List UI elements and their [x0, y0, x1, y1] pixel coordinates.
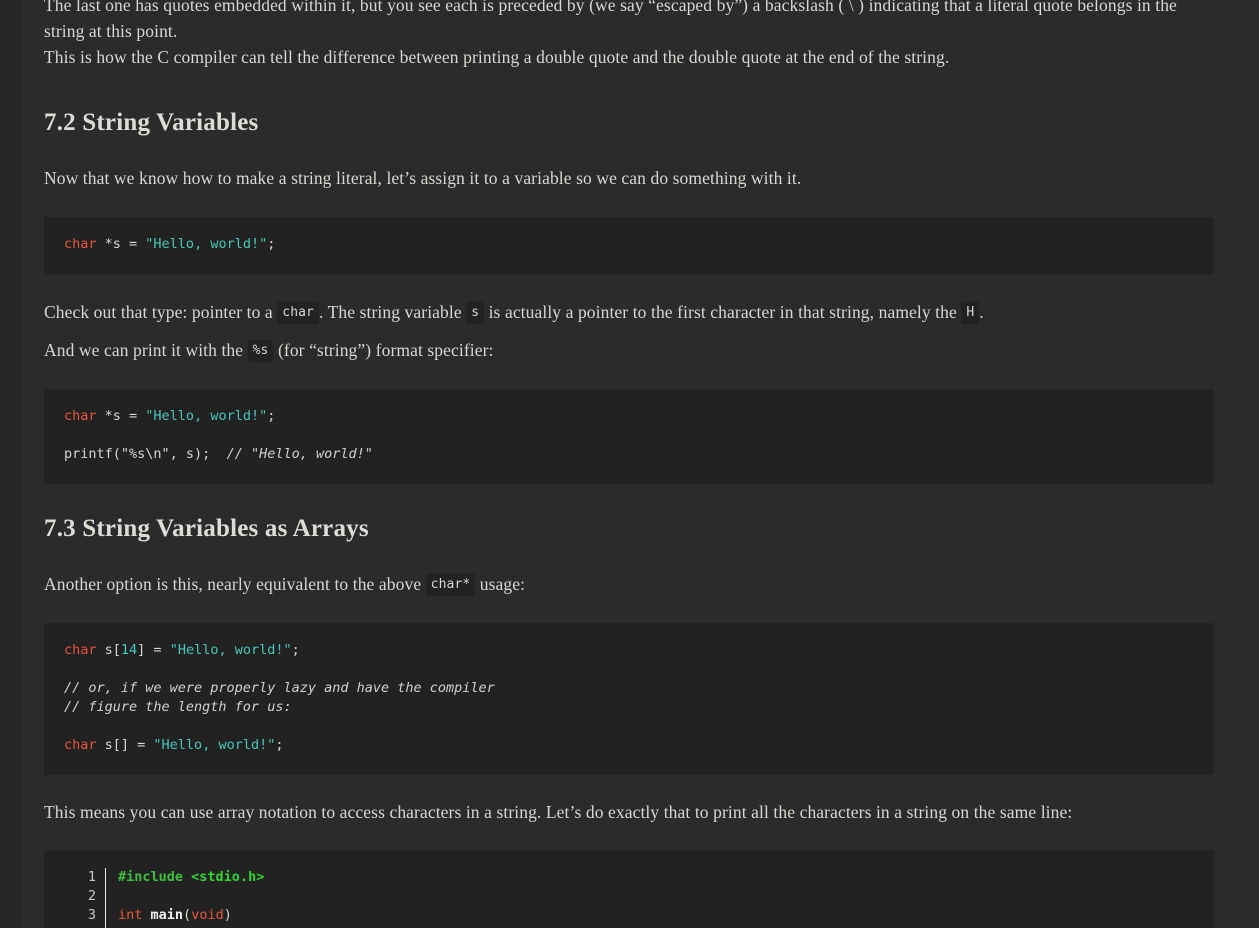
text-seg: Another option is this, nearly equivalen… [44, 574, 426, 595]
code-block-char-pointer: char *s = "Hello, world!"; [44, 216, 1214, 274]
code-block-array-declarations: char s[14] = "Hello, world!"; // or, if … [44, 623, 1214, 776]
code-render-4: #include <stdio.h> int main(void) { char… [106, 868, 378, 928]
code-render-2: char *s = "Hello, world!"; printf("%s\n"… [64, 408, 373, 462]
paragraph-another-option: Another option is this, nearly equivalen… [44, 572, 1214, 598]
code-token-plain: ; [267, 235, 276, 252]
intro-clipped-line: The last one has quotes embedded within … [44, 0, 1177, 41]
text-seg: . [979, 301, 984, 322]
code-token-plain: s[] = [96, 737, 154, 754]
code-token-keyword: char [64, 235, 97, 252]
inline-code-char-star: char* [425, 574, 476, 597]
code-token-string: "Hello, world!" [145, 408, 268, 425]
text-seg: And we can print it with the [44, 340, 248, 361]
inline-code-char: char [277, 301, 319, 324]
inline-code-s: s [466, 301, 485, 324]
code-token-keyword: char [64, 737, 97, 754]
text-seg: is actually a pointer to the first chara… [484, 301, 962, 322]
code-token-plain: ; [267, 408, 276, 425]
heading-7-3-string-variables-as-arrays: 7.3 String Variables as Arrays [44, 515, 369, 543]
left-edge-strip [0, 0, 22, 928]
paragraph-print-with-s: And we can print it with the %s (for “st… [44, 338, 1214, 364]
code-token-plain: *s = [96, 235, 146, 252]
code-token-include: <stdio.h> [191, 869, 265, 886]
code-token-keyword: void [191, 907, 224, 924]
code-block-printf-string: char *s = "Hello, world!"; printf("%s\n"… [44, 389, 1214, 485]
text-seg: (for “string”) format specifier: [273, 340, 494, 361]
code-block-full-program: 1 2 3 4 5 6 7 8 9#include <stdio.h> int … [44, 850, 1214, 928]
intro-line-2: This is how the C compiler can tell the … [44, 46, 950, 67]
intro-paragraph-block: The last one has quotes embedded within … [44, 0, 1214, 71]
code-token-plain: *s = [96, 408, 146, 425]
code-token-comment: // figure the length for us: [64, 699, 292, 716]
inline-code-h: H [961, 301, 980, 324]
inline-code-percent-s: %s [247, 340, 274, 363]
code-token-plain: s[ [96, 642, 121, 659]
paragraph-array-notation: This means you can use array notation to… [44, 802, 1073, 823]
text-seg: . The string variable [319, 301, 467, 322]
code-line-number-gutter: 1 2 3 4 5 6 7 8 9 [44, 868, 106, 928]
text-seg: usage: [475, 574, 526, 595]
code-token-comment: // or, if we were properly lazy and have… [64, 680, 495, 697]
code-token-string: "Hello, world!" [169, 642, 292, 659]
code-token-plain: ) [223, 907, 232, 924]
code-token-function: main [150, 907, 184, 924]
paragraph-check-out-type: Check out that type: pointer to a char. … [44, 300, 1214, 326]
code-token-plain: ] = [137, 642, 170, 659]
code-token-plain: ; [291, 642, 300, 659]
code-token-plain: printf("%s\n", s); [64, 446, 227, 463]
code-token-string: "Hello, world!" [153, 737, 276, 754]
code-token-preprocessor: #include [118, 869, 184, 886]
code-render-1: char *s = "Hello, world!"; [64, 236, 275, 252]
code-token-keyword: int [118, 907, 143, 924]
page-shell: The last one has quotes embedded within … [0, 0, 1259, 928]
paragraph-assign-to-variable: Now that we know how to make a string li… [44, 167, 802, 188]
code-render-3: char s[14] = "Hello, world!"; // or, if … [64, 642, 495, 753]
code-token-number: 14 [120, 642, 138, 659]
code-token-plain: ; [275, 737, 284, 754]
code-token-string: "Hello, world!" [145, 235, 268, 252]
code-token-keyword: char [64, 642, 97, 659]
heading-7-2-string-variables: 7.2 String Variables [44, 108, 259, 136]
code-token-plain: ( [183, 907, 192, 924]
code-token-comment: // "Hello, world!" [226, 446, 373, 463]
document-content-column: The last one has quotes embedded within … [22, 0, 1236, 928]
text-seg: Check out that type: pointer to a [44, 301, 278, 322]
code-token-keyword: char [64, 408, 97, 425]
